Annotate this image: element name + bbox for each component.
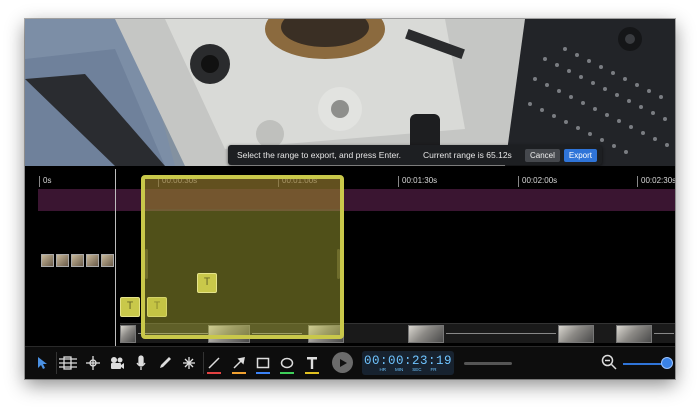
scrub-bar[interactable]	[464, 362, 512, 365]
video-clip-thumbnail[interactable]	[558, 325, 594, 343]
selection-header	[145, 179, 340, 209]
select-arrow-icon[interactable]	[31, 352, 53, 374]
sparkle-icon[interactable]	[178, 352, 200, 374]
export-instruction-text: Select the range to export, and press En…	[237, 150, 401, 160]
timecode-value: 00:00:23:19	[363, 354, 452, 368]
cancel-button[interactable]: Cancel	[524, 148, 560, 162]
ellipse-color-swatch	[280, 372, 294, 374]
rectangle-color-swatch	[256, 372, 270, 374]
clip-thumbnail[interactable]	[86, 254, 99, 267]
clip-thumbnail[interactable]	[71, 254, 84, 267]
text-icon[interactable]	[301, 352, 323, 374]
arrow-icon[interactable]	[228, 352, 250, 374]
zoom-slider-knob[interactable]	[661, 357, 673, 369]
play-icon	[339, 358, 347, 367]
time-ruler[interactable]: 0s 00:00:30s 00:01:00s 00:01:30s 00:02:0…	[25, 176, 675, 189]
timecode-label-frames: FR	[430, 367, 437, 372]
pen-icon[interactable]	[154, 352, 176, 374]
video-clip-thumbnail[interactable]	[616, 325, 652, 343]
microphone-icon[interactable]	[130, 352, 152, 374]
bottom-toolbar: 00:00:23:19 HR MIN SEC FR	[25, 346, 675, 379]
timecode-display: 00:00:23:19 HR MIN SEC FR	[362, 351, 454, 375]
timecode-label-minutes: MIN	[394, 367, 404, 372]
video-clip-thumbnail[interactable]	[120, 325, 136, 343]
app-window: Select the range to export, and press En…	[25, 19, 675, 379]
arrow-color-swatch	[232, 372, 246, 374]
video-frame-image	[25, 19, 675, 166]
audio-waveform	[654, 333, 674, 334]
line-icon[interactable]	[203, 352, 225, 374]
video-preview: Select the range to export, and press En…	[25, 19, 675, 166]
zoom-out-icon[interactable]	[601, 354, 617, 375]
annotation-track[interactable]	[38, 189, 675, 211]
audio-waveform	[446, 333, 556, 334]
move-arrows-icon[interactable]	[82, 352, 104, 374]
text-annotation-clip[interactable]: T	[197, 273, 217, 293]
selection-right-handle[interactable]	[337, 249, 340, 279]
clip-thumbnail[interactable]	[56, 254, 69, 267]
timeline-layout-icon[interactable]	[57, 352, 79, 374]
video-clip-thumbnail[interactable]	[408, 325, 444, 343]
timeline[interactable]: 0s 00:00:30s 00:01:00s 00:01:30s 00:02:0…	[25, 169, 675, 346]
text-annotation-clip[interactable]: T	[120, 297, 140, 317]
ellipse-icon[interactable]	[276, 352, 298, 374]
export-range-bar: Select the range to export, and press En…	[228, 145, 602, 165]
playhead[interactable]	[115, 169, 116, 346]
play-button[interactable]	[332, 352, 353, 373]
rectangle-icon[interactable]	[252, 352, 274, 374]
timecode-label-hours: HR	[379, 367, 386, 372]
export-button[interactable]: Export	[563, 148, 597, 162]
ruler-tick: 00:01:30s	[398, 176, 437, 187]
export-selection-range[interactable]: T	[141, 175, 344, 339]
clip-thumbnail[interactable]	[41, 254, 54, 267]
clip-thumbnail-strip[interactable]	[41, 254, 114, 267]
ruler-tick: 00:02:00s	[518, 176, 557, 187]
camera-icon[interactable]	[106, 352, 128, 374]
clip-thumbnail[interactable]	[101, 254, 114, 267]
ruler-tick: 0s	[39, 176, 51, 187]
timecode-label-seconds: SEC	[412, 367, 422, 372]
line-color-swatch	[207, 372, 221, 374]
ruler-tick: 00:02:30s	[637, 176, 675, 187]
text-color-swatch	[305, 372, 319, 374]
selection-left-handle[interactable]	[145, 249, 148, 279]
timecode-unit-labels: HR MIN SEC FR	[362, 367, 454, 372]
zoom-slider-track[interactable]	[623, 363, 665, 365]
current-range-text: Current range is 65.12s	[422, 150, 512, 160]
